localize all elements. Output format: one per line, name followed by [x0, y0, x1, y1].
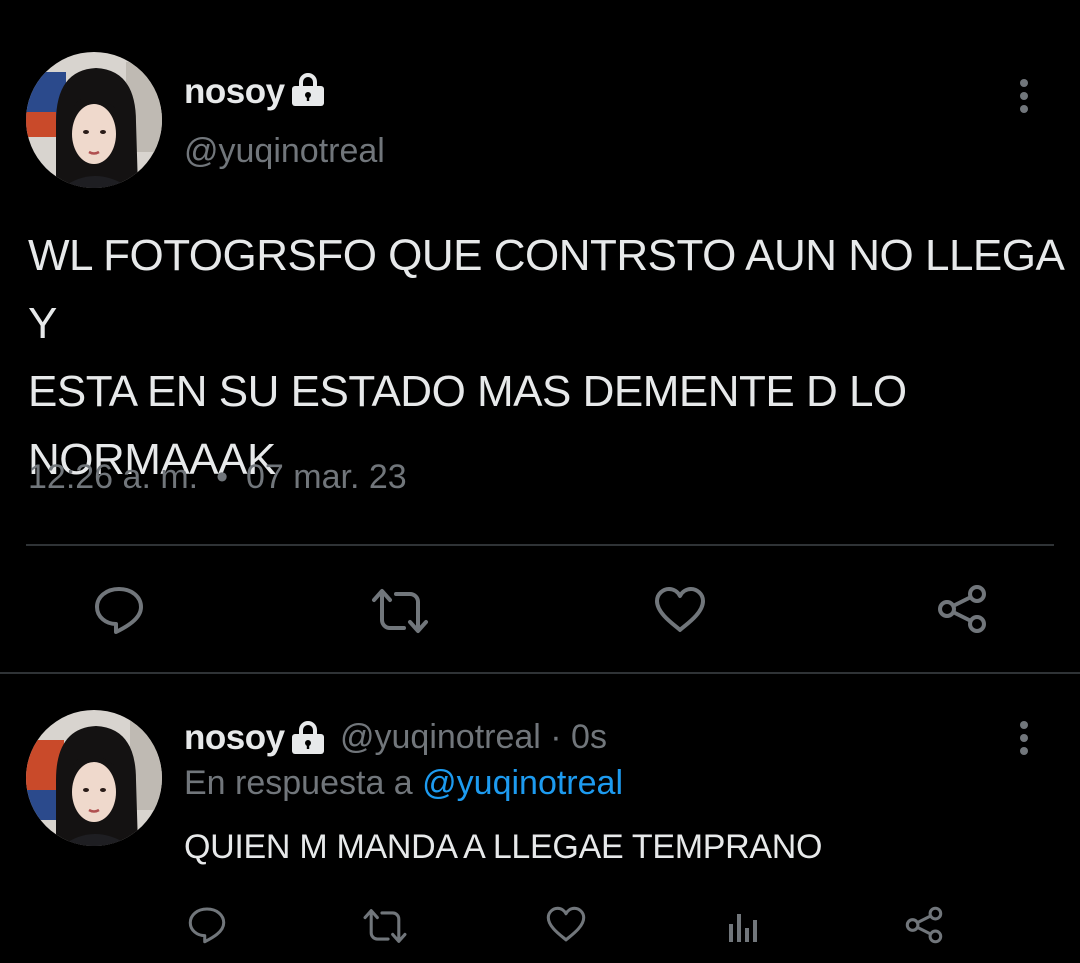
tweet-text: QUIEN M MANDA A LLEGAE TEMPRANO [184, 828, 823, 866]
avatar-photo [26, 52, 162, 188]
tweet-text-line: ESTA EN SU ESTADO MAS DEMENTE D LO [28, 367, 907, 416]
author-handle-time[interactable]: @yuqinotreal · 0s [340, 718, 607, 757]
lock-icon [290, 720, 326, 761]
tweet-time: 12:26 a. m. [28, 458, 199, 496]
tweet-text: WL FOTOGRSFO QUE CONTRSTO AUN NO LLEGA Y… [28, 222, 1063, 494]
tweet-separator [0, 672, 1080, 674]
author-name[interactable]: nosoy [184, 718, 285, 758]
author-name[interactable]: nosoy [184, 72, 285, 112]
share-icon[interactable] [936, 584, 988, 639]
avatar-photo [26, 710, 162, 846]
tweet-meta: 12:26 a. m. • 07 mar. 23 [28, 458, 407, 497]
lock-icon [290, 72, 326, 113]
more-vertical-icon[interactable] [1012, 720, 1036, 761]
reply-context: En respuesta a @yuqinotreal [184, 764, 623, 803]
tweet-date: 07 mar. 23 [246, 458, 407, 496]
author-handle[interactable]: @yuqinotreal [184, 132, 385, 171]
reply-icon[interactable] [94, 586, 144, 639]
main-tweet: nosoy @yuqinotreal WL FOTOGRSFO QUE CONT… [0, 0, 1080, 672]
reply-to-mention[interactable]: @yuqinotreal [422, 764, 623, 802]
reply-icon[interactable] [188, 906, 226, 949]
reply-to-label: En respuesta a [184, 764, 413, 802]
divider [26, 544, 1054, 546]
retweet-icon[interactable] [362, 908, 408, 949]
more-vertical-icon[interactable] [1012, 78, 1036, 119]
like-icon[interactable] [654, 586, 706, 639]
tweet-text-line: WL FOTOGRSFO QUE CONTRSTO AUN NO LLEGA Y [28, 231, 1062, 348]
avatar[interactable] [26, 52, 162, 188]
retweet-icon[interactable] [370, 588, 430, 639]
meta-separator: • [216, 458, 229, 496]
avatar[interactable] [26, 710, 162, 846]
share-icon[interactable] [904, 906, 944, 949]
views-icon[interactable] [728, 910, 760, 947]
like-icon[interactable] [546, 906, 586, 948]
